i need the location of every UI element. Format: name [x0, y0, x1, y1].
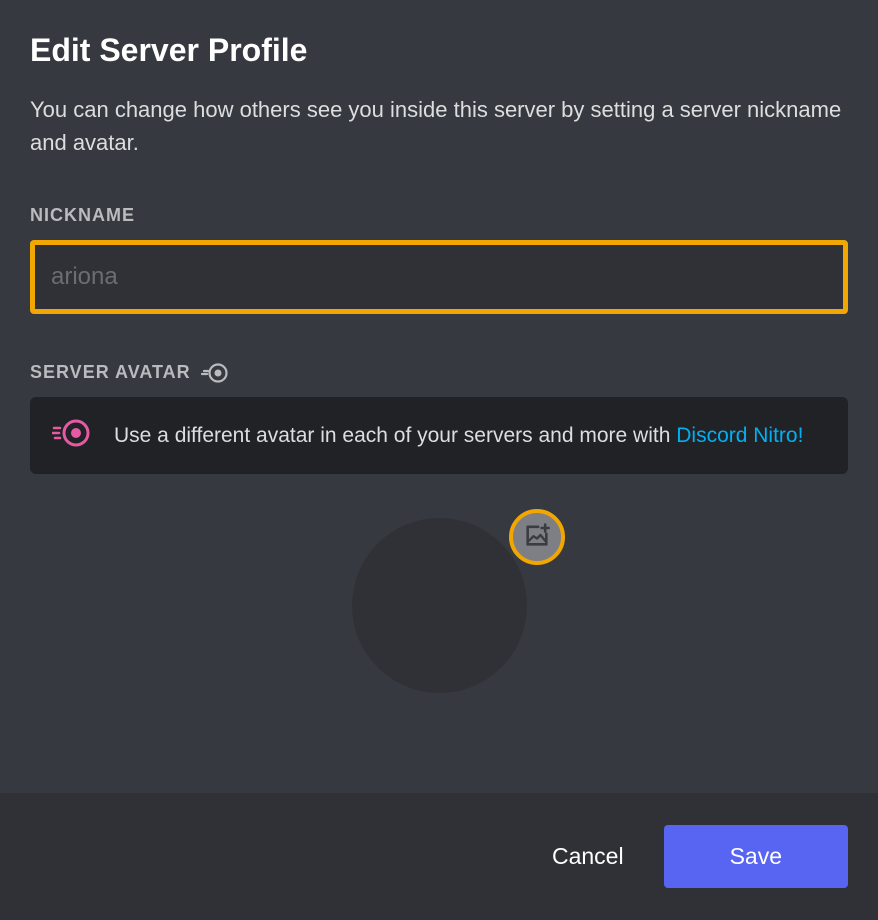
nickname-label: NICKNAME — [30, 205, 848, 226]
avatar-section — [30, 518, 848, 693]
nitro-icon — [201, 362, 229, 383]
cancel-button[interactable]: Cancel — [542, 831, 634, 882]
nitro-banner-message: Use a different avatar in each of your s… — [114, 424, 676, 447]
nitro-upsell-banner: Use a different avatar in each of your s… — [30, 397, 848, 474]
add-image-icon — [523, 521, 551, 554]
server-avatar-label-text: SERVER AVATAR — [30, 362, 191, 383]
discord-nitro-link[interactable]: Discord Nitro! — [676, 424, 803, 447]
page-description: You can change how others see you inside… — [30, 93, 848, 159]
nitro-banner-text: Use a different avatar in each of your s… — [114, 420, 803, 452]
nickname-input[interactable] — [30, 240, 848, 314]
avatar-upload-button[interactable] — [509, 509, 565, 565]
page-title: Edit Server Profile — [30, 32, 848, 69]
nitro-boost-icon — [52, 419, 92, 452]
avatar-placeholder[interactable] — [352, 518, 527, 693]
dialog-footer: Cancel Save — [0, 793, 878, 920]
server-avatar-label: SERVER AVATAR — [30, 362, 848, 383]
save-button[interactable]: Save — [664, 825, 848, 888]
